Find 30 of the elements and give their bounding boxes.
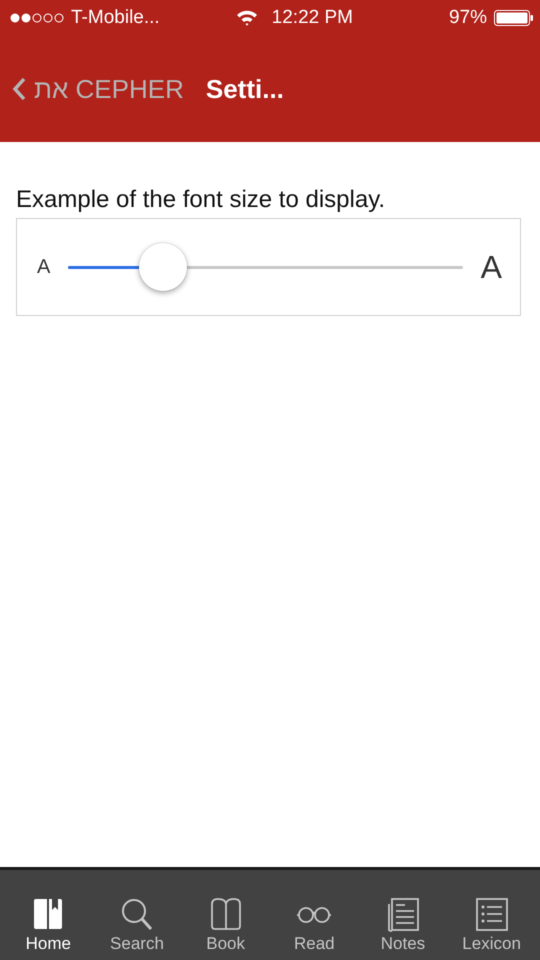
tab-item[interactable]: Home — [5, 898, 92, 954]
tab-label: Read — [294, 934, 335, 954]
back-button[interactable]: את CEPHER — [12, 74, 184, 104]
tab-label: Search — [110, 934, 164, 954]
small-size-label: A — [37, 256, 50, 278]
large-size-label: A — [480, 248, 502, 286]
tab-item[interactable]: Book — [182, 898, 269, 954]
search-icon — [120, 898, 154, 932]
font-size-slider[interactable] — [68, 243, 463, 291]
tab-item[interactable]: Lexicon — [448, 898, 535, 954]
open-book-icon — [208, 898, 243, 932]
clock-time: 12:22 PM — [272, 7, 353, 29]
wifi-icon — [236, 10, 258, 26]
battery-icon — [494, 10, 534, 26]
tab-label: Home — [26, 934, 71, 954]
slider-thumb[interactable] — [138, 243, 187, 291]
battery-percent: 97% — [448, 7, 487, 29]
notes-icon — [386, 898, 420, 932]
tab-item[interactable]: Notes — [360, 898, 446, 954]
caption-text: Example of the font size to display. — [16, 186, 386, 214]
chevron-left-icon — [12, 77, 26, 101]
carrier-name: T-Mobile... — [71, 7, 160, 29]
list-icon — [474, 898, 509, 932]
tab-label: Notes — [380, 934, 426, 954]
tab-label: Book — [206, 934, 246, 954]
screen-title: Setti... — [206, 74, 284, 104]
signal-icon — [10, 12, 64, 24]
tab-item[interactable]: Read — [271, 898, 358, 954]
tab-item[interactable]: Search — [94, 898, 180, 954]
tab-label: Lexicon — [462, 934, 521, 954]
